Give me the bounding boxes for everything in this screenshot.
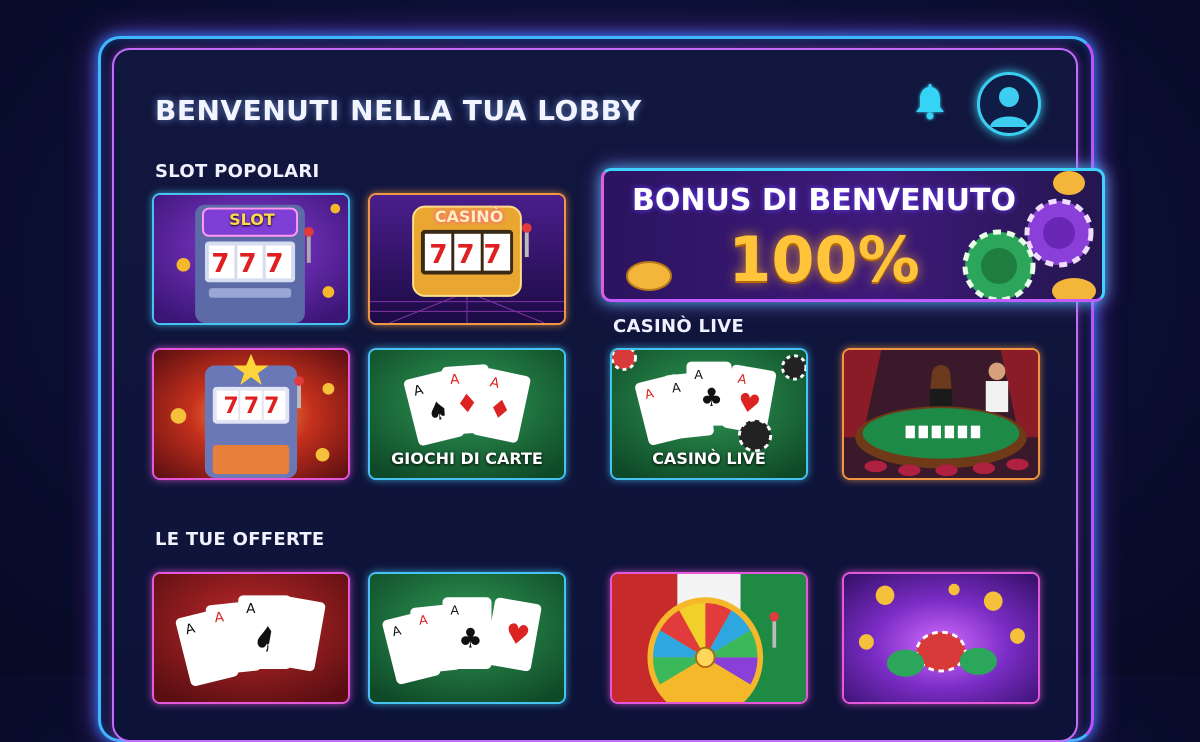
slot-sign-label: SLOT bbox=[229, 210, 275, 229]
game-tile-slot-casino[interactable]: CASINÒ 777 bbox=[368, 193, 566, 325]
svg-text:♣: ♣ bbox=[700, 382, 723, 412]
live-cards-caption: CASINÒ LIVE bbox=[652, 449, 766, 468]
game-tile-live-cards[interactable]: A A A ♣ A ♥ CASINÒ LIVE bbox=[610, 348, 808, 480]
game-tile-slot-classic[interactable]: SLOT 777 bbox=[152, 193, 350, 325]
section-label-casino-live: CASINÒ LIVE bbox=[613, 316, 745, 337]
offer-tile-chips[interactable] bbox=[842, 572, 1040, 704]
bonus-title: BONUS DI BENVENUTO bbox=[631, 183, 1016, 218]
offer-tile-cards-green[interactable]: A A A ♣ ♥ bbox=[368, 572, 566, 704]
stars-reels-label: 777 bbox=[223, 394, 285, 419]
user-avatar-icon[interactable] bbox=[977, 72, 1041, 136]
game-tile-slot-stars[interactable]: 777 bbox=[152, 348, 350, 480]
game-tile-card-games[interactable]: A ♠ A ♦ A ♦ GIOCHI DI CARTE bbox=[368, 348, 566, 480]
svg-text:A: A bbox=[694, 367, 703, 382]
offer-tile-cards-red[interactable]: A A A ♠ bbox=[152, 572, 350, 704]
offer-tile-wheel[interactable] bbox=[610, 572, 808, 704]
page-title: BENVENUTI NELLA TUA LOBBY bbox=[155, 94, 642, 127]
slot-reels-label: 777 bbox=[211, 249, 293, 279]
svg-text:A: A bbox=[246, 601, 256, 617]
card-games-caption: GIOCHI DI CARTE bbox=[391, 449, 543, 468]
section-label-slot-popolari: SLOT POPOLARI bbox=[155, 161, 320, 182]
game-tile-live-dealer[interactable] bbox=[842, 348, 1040, 480]
bonus-value: 100% bbox=[728, 223, 920, 296]
svg-text:A: A bbox=[450, 372, 461, 389]
svg-text:♣: ♣ bbox=[458, 624, 483, 655]
bell-icon[interactable] bbox=[910, 82, 950, 122]
casino-reels-label: 777 bbox=[429, 240, 511, 270]
section-label-le-tue-offerte: LE TUE OFFERTE bbox=[155, 529, 325, 550]
casino-sign-label: CASINÒ bbox=[434, 207, 504, 226]
welcome-bonus-banner[interactable]: BONUS DI BENVENUTO 100% bbox=[601, 168, 1105, 302]
svg-text:A: A bbox=[450, 603, 459, 618]
